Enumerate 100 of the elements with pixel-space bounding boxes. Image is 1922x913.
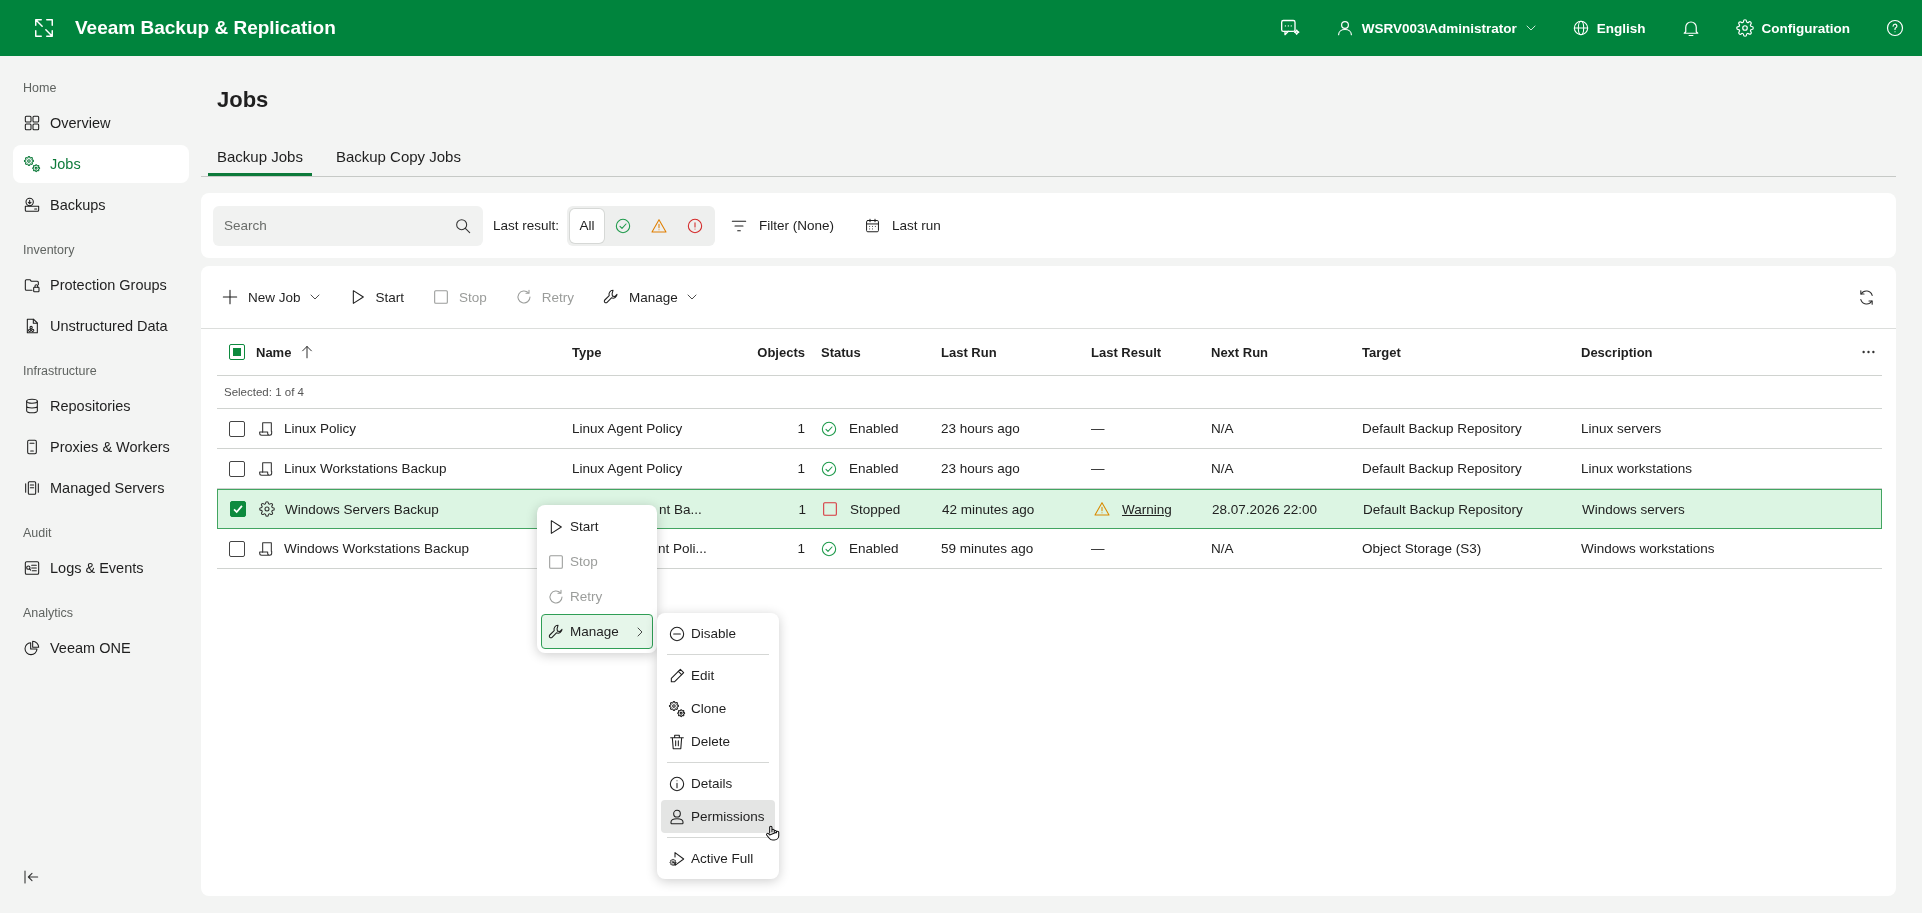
nav-item[interactable]: Proxies & Workers [13, 428, 189, 466]
nav-section-title: Infrastructure [22, 363, 97, 380]
app-title: Veeam Backup & Replication [75, 17, 336, 39]
column-header[interactable]: Objects [757, 344, 805, 360]
pencil-icon [669, 667, 685, 684]
filter-label: Last result: [493, 218, 560, 233]
stop-icon [433, 289, 450, 305]
search-field[interactable]: Search [213, 205, 483, 246]
stop-icon [548, 553, 564, 570]
status-text: Stopped [850, 501, 901, 517]
column-header[interactable]: Description [1581, 344, 1653, 360]
nav-item[interactable]: Logs & Events [13, 549, 189, 587]
description: Linux workstations [1581, 461, 1693, 476]
menu-item[interactable]: Details [661, 767, 775, 800]
column-options-button[interactable] [1862, 348, 1875, 356]
list-search-icon [24, 560, 40, 576]
stop-icon [822, 501, 838, 517]
menu-item[interactable]: Clone [661, 692, 775, 725]
nav-item[interactable]: Jobs [13, 145, 189, 183]
nav-item[interactable]: Unstructured Data [13, 307, 189, 345]
last-run: 42 minutes ago [942, 501, 1035, 517]
column-header[interactable]: Target [1362, 344, 1401, 360]
grid-icon [24, 115, 40, 131]
tab[interactable]: Backup Copy Jobs [326, 139, 470, 176]
next-run: N/A [1211, 541, 1234, 556]
filter-button[interactable]: Filter (None) [723, 208, 843, 243]
refresh-icon [1858, 288, 1875, 306]
database-icon [24, 398, 40, 414]
nav-item[interactable]: Protection Groups [13, 266, 189, 304]
device-icon [24, 439, 40, 455]
menu-item[interactable]: Delete [661, 725, 775, 758]
row-checkbox[interactable] [229, 420, 245, 437]
manage-button[interactable]: Manage [595, 280, 706, 314]
job-name: Linux Policy [284, 421, 357, 436]
job-type: Linux Agent Policy [572, 421, 683, 436]
scroll-icon [258, 420, 274, 437]
row-checkbox[interactable] [229, 540, 245, 557]
table-row[interactable]: Linux Policy Linux Agent Policy 1 Enabled 23 hours ago — N/A Default Backup Repository Linux servers [217, 409, 1882, 449]
notifications-button[interactable] [1681, 19, 1700, 37]
menu-item[interactable]: Edit [661, 659, 775, 692]
gear-icon [259, 501, 275, 517]
minus-circle-icon [669, 625, 685, 642]
row-checkbox[interactable] [229, 460, 245, 477]
job-name: Linux Workstations Backup [284, 461, 447, 476]
search-icon [455, 217, 471, 234]
last-result: — [1091, 541, 1105, 556]
column-header[interactable]: Next Run [1211, 344, 1269, 360]
last-run: 59 minutes ago [941, 541, 1034, 556]
trash-icon [669, 733, 685, 750]
collapse-sidebar-button[interactable] [23, 869, 39, 885]
file-icon [24, 318, 40, 334]
status-text: Enabled [849, 461, 899, 476]
all-results-button[interactable]: All [570, 208, 605, 243]
next-run: N/A [1211, 461, 1234, 476]
start-button[interactable]: Start [341, 280, 413, 314]
warning-icon [1094, 501, 1110, 517]
gears-icon [24, 156, 40, 172]
object-count: 1 [798, 501, 806, 517]
check-circle-icon [615, 217, 632, 234]
selection-summary: Selected: 1 of 4 [224, 386, 304, 398]
last-run: 23 hours ago [941, 461, 1020, 476]
column-header[interactable]: Name [256, 344, 315, 360]
result-link[interactable]: Warning [1122, 501, 1172, 517]
page-title: Jobs [217, 86, 269, 114]
nav-item[interactable]: Veeam ONE [13, 629, 189, 667]
nav-item[interactable]: Overview [13, 104, 189, 142]
check-circle-icon [821, 460, 837, 477]
description: Windows workstations [1581, 541, 1715, 556]
language-button[interactable]: English [1572, 20, 1646, 36]
configuration-button[interactable]: Configuration [1735, 19, 1850, 37]
job-type: nt Poli... [658, 541, 707, 556]
column-header[interactable]: Last Result [1091, 344, 1162, 360]
description: Linux servers [1581, 421, 1662, 436]
nav-item[interactable]: Repositories [13, 387, 189, 425]
nav-item[interactable]: Backups [13, 186, 189, 224]
tab[interactable]: Backup Jobs [208, 139, 312, 176]
column-header[interactable]: Status [821, 344, 861, 360]
play-icon [548, 518, 564, 535]
calendar-icon [865, 218, 881, 233]
menu-item[interactable]: Permissions [661, 800, 775, 833]
target: Default Backup Repository [1362, 421, 1522, 436]
warning-icon [651, 217, 668, 234]
user-menu-button[interactable]: WSRV003\Administrator [1335, 19, 1537, 37]
object-count: 1 [797, 541, 805, 556]
description: Windows servers [1582, 501, 1685, 517]
help-button[interactable] [1886, 19, 1904, 37]
select-all-checkbox[interactable] [229, 344, 245, 360]
wrench-icon [548, 623, 564, 640]
column-header[interactable]: Type [572, 344, 602, 360]
target: Default Backup Repository [1362, 461, 1522, 476]
row-checkbox[interactable] [230, 501, 246, 517]
nav-item[interactable]: Managed Servers [13, 469, 189, 507]
last-run: 23 hours ago [941, 421, 1020, 436]
new-button[interactable]: New Job [214, 280, 329, 314]
menu-item[interactable]: Disable [661, 617, 775, 650]
menu-item[interactable]: Active Full [661, 842, 775, 875]
menu-item[interactable]: Manage [541, 614, 653, 649]
date-range-button[interactable]: Last run [857, 208, 949, 243]
column-header[interactable]: Last Run [941, 344, 997, 360]
messages-button[interactable] [1279, 18, 1300, 38]
